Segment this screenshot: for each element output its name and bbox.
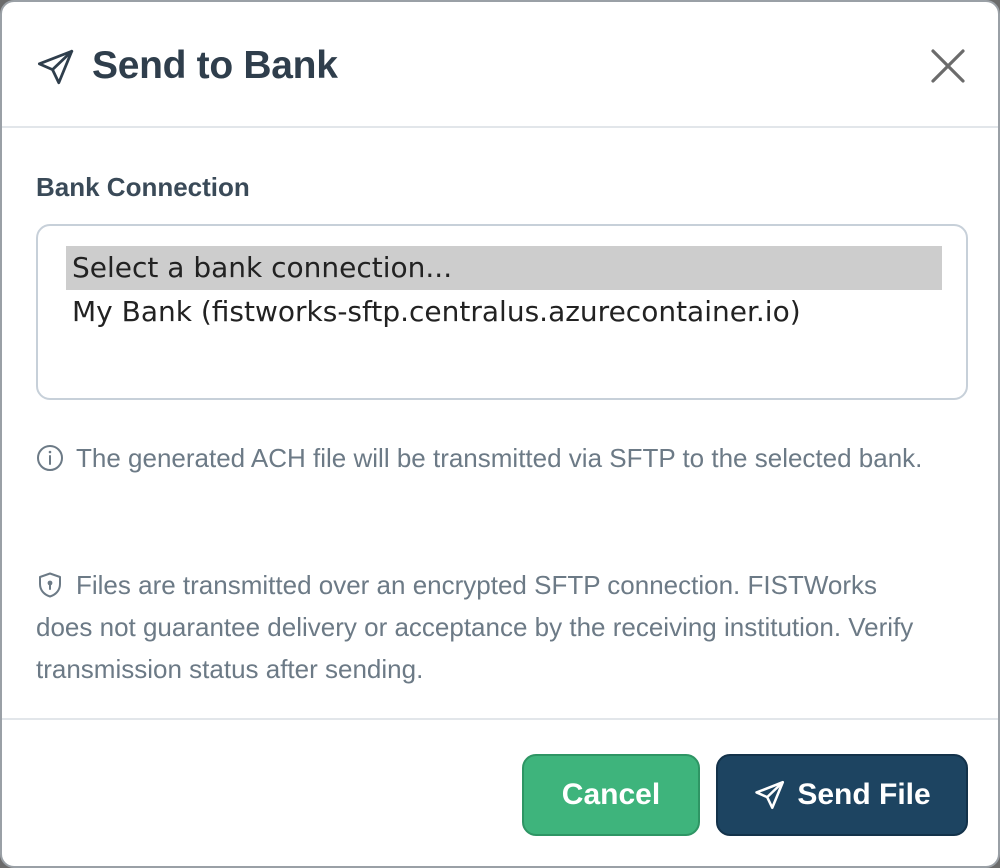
security-note: Files are transmitted over an encrypted … [36,564,936,690]
cancel-button-label: Cancel [561,778,661,811]
dialog-body: Bank Connection Select a bank connection… [2,128,998,718]
send-to-bank-dialog: Send to Bank Bank Connection Select a ba… [0,0,1000,868]
paper-plane-icon [37,49,74,85]
shield-icon [39,572,61,598]
dialog-header: Send to Bank [2,2,998,128]
dialog-title: Send to Bank [92,44,338,87]
info-note: The generated ACH file will be transmitt… [36,434,936,482]
paper-plane-icon [755,780,785,810]
bank-connection-option-my-bank[interactable]: My Bank (fistworks-sftp.centralus.azurec… [66,290,942,334]
bank-connection-select[interactable]: Select a bank connection... My Bank (fis… [36,224,968,400]
dialog-footer: Cancel Send File [2,718,998,866]
send-file-button-label: Send File [797,778,931,811]
send-file-button[interactable]: Send File [716,754,968,836]
cancel-button[interactable]: Cancel [522,754,700,836]
info-note-text: The generated ACH file will be transmitt… [76,443,923,473]
bank-connection-label: Bank Connection [36,172,250,202]
close-icon[interactable] [928,46,968,86]
security-note-text: Files are transmitted over an encrypted … [36,570,914,684]
bank-connection-option-placeholder[interactable]: Select a bank connection... [66,246,942,290]
info-circle-icon [37,445,63,471]
